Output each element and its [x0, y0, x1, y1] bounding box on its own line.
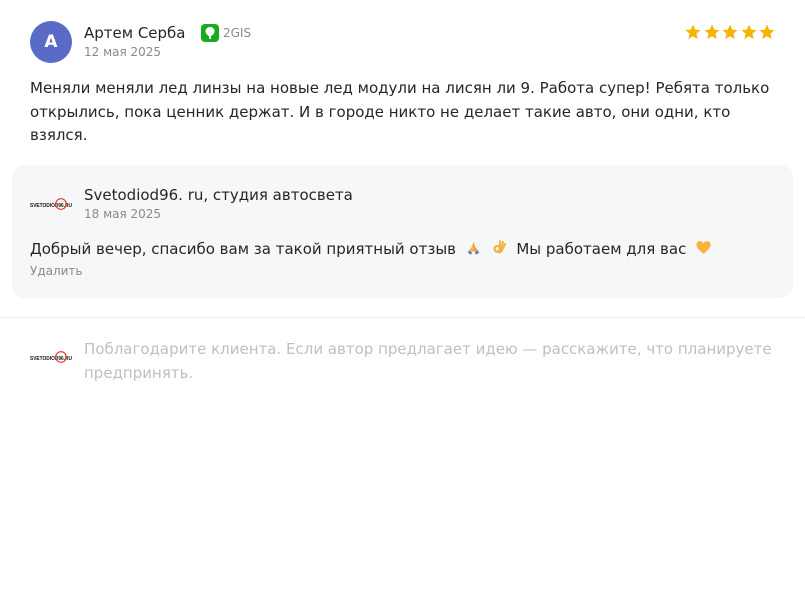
star-icon: [703, 23, 721, 41]
review-source: 2GIS: [201, 24, 251, 42]
delete-reply-link[interactable]: Удалить: [30, 264, 83, 278]
reply-company-name[interactable]: Svetodiod96. ru, студия автосвета: [84, 186, 353, 204]
star-icon: [758, 23, 776, 41]
source-label: 2GIS: [223, 26, 252, 40]
review-text: Меняли меняли лед линзы на новые лед мод…: [30, 79, 770, 144]
reply-text-suffix: Мы работаем для вас: [516, 240, 687, 258]
review-author[interactable]: Артем Серба: [84, 24, 186, 42]
reply-date: 18 мая 2025: [84, 207, 162, 221]
company-logo: SVETODIOD96.RU: [30, 198, 72, 210]
yellow-heart-icon: [695, 239, 712, 260]
2gis-icon: [201, 24, 219, 42]
reply-text-main: Добрый вечер, спасибо вам за такой прият…: [30, 240, 456, 258]
divider: [0, 317, 805, 318]
company-reply: SVETODIOD96.RU Svetodiod96. ru, студия а…: [12, 165, 793, 298]
avatar[interactable]: А: [30, 21, 72, 63]
folded-hands-icon: [465, 239, 482, 260]
review-date: 12 мая 2025: [84, 45, 162, 59]
company-logo: SVETODIOD96.RU: [30, 351, 72, 363]
star-icon: [740, 23, 758, 41]
ok-hand-icon: [491, 239, 508, 260]
rating-stars: [684, 23, 777, 41]
reply-text: Добрый вечер, спасибо вам за такой прият…: [30, 239, 712, 260]
reply-input[interactable]: [84, 338, 784, 388]
star-icon: [721, 23, 739, 41]
star-icon: [684, 23, 702, 41]
